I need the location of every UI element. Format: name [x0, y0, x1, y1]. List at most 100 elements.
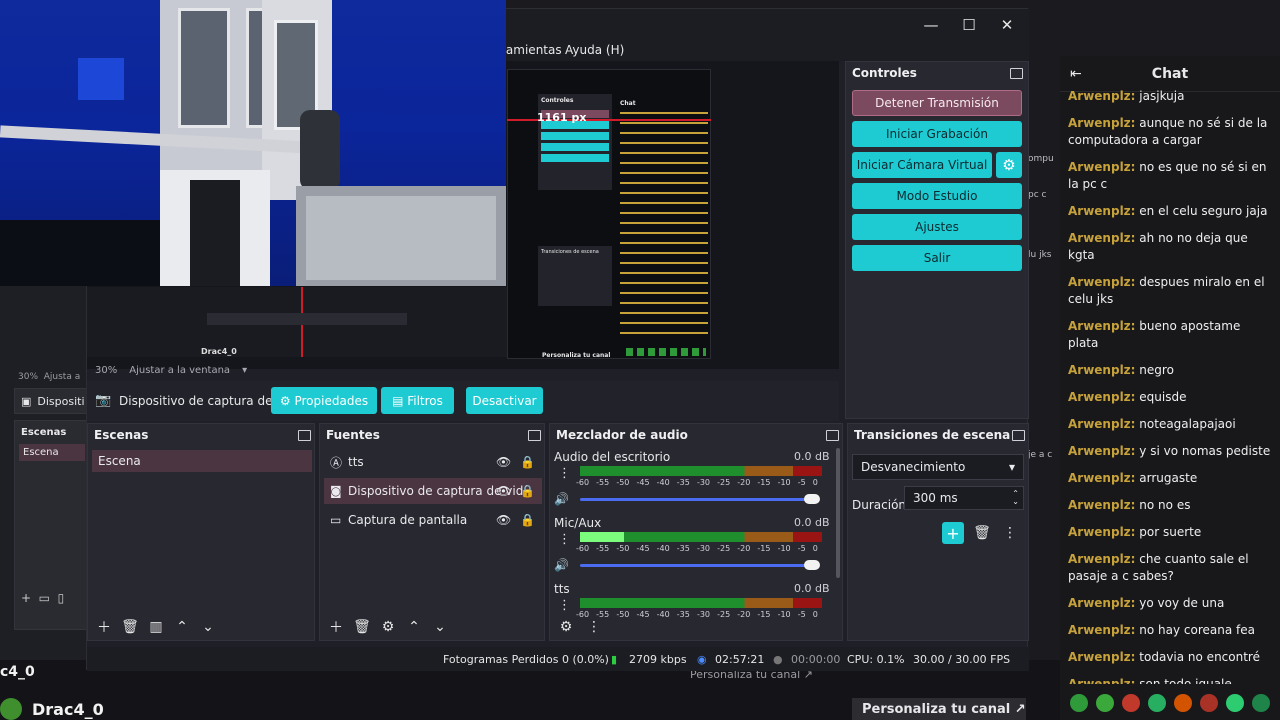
meter-scale: -60 -55 -50 -45 -40 -35 -30 -25 -20 -15 -10 -5 0 [576, 610, 818, 618]
emote-icon[interactable] [1226, 694, 1244, 712]
more-options-icon[interactable]: ⋮ [558, 466, 571, 481]
chat-username[interactable]: Arwenplz: [1068, 116, 1135, 130]
more-options-icon[interactable]: ⋮ [558, 598, 571, 613]
source-item[interactable]: ◙ Dispositivo de captura de vid 👁 🔒 [324, 478, 542, 504]
menu-help[interactable]: Ayuda (H) [565, 43, 624, 57]
filters-button[interactable]: ▤ Filtros [381, 387, 454, 414]
exit-button[interactable]: Salir [852, 245, 1022, 271]
eye-icon[interactable]: 👁 [496, 484, 511, 498]
scale-tick: -50 [616, 544, 630, 553]
start-recording-button[interactable]: Iniciar Grabación [852, 121, 1022, 147]
chat-message: Arwenplz: yo voy de una [1060, 595, 1280, 612]
chat-username[interactable]: Arwenplz: [1068, 417, 1135, 431]
undock-icon[interactable] [1012, 430, 1025, 441]
gear-icon[interactable]: ⚙ [376, 616, 400, 638]
chat-username[interactable]: Arwenplz: [1068, 363, 1135, 377]
start-virtual-cam-button[interactable]: Iniciar Cámara Virtual [852, 152, 992, 178]
undock-icon[interactable] [298, 430, 311, 441]
chat-username[interactable]: Arwenplz: [1068, 204, 1135, 218]
chat-username[interactable]: Arwenplz: [1068, 596, 1135, 610]
chat-username[interactable]: Arwenplz: [1068, 552, 1135, 566]
maximize-icon[interactable]: ☐ [949, 9, 989, 41]
emote-icon[interactable] [1070, 694, 1088, 712]
speaker-icon[interactable]: 🔊 [554, 558, 569, 572]
transition-select[interactable]: Desvanecimiento ▾ [852, 454, 1024, 480]
volume-knob[interactable] [804, 494, 820, 504]
settings-button[interactable]: Ajustes [852, 214, 1022, 240]
emote-icon[interactable] [1252, 694, 1270, 712]
eye-icon[interactable]: 👁 [496, 513, 511, 527]
source-item[interactable]: ▭ Captura de pantalla 👁 🔒 [324, 508, 542, 532]
more-options-icon[interactable]: ⋮ [998, 522, 1022, 544]
trash-icon[interactable]: 🗑 [970, 522, 994, 544]
lock-icon[interactable]: 🔒 [520, 484, 535, 498]
filter-icon[interactable]: ▥ [144, 616, 168, 638]
eye-icon[interactable]: 👁 [496, 455, 511, 469]
scale-tick: -30 [696, 610, 711, 618]
chat-username[interactable]: Arwenplz: [1068, 444, 1135, 458]
filter-icon: ▤ [392, 393, 408, 408]
chat-username[interactable]: Arwenplz: [1068, 89, 1135, 103]
scale-tick: -20 [737, 478, 751, 487]
close-icon[interactable]: ✕ [987, 9, 1027, 41]
chat-username[interactable]: Arwenplz: [1068, 623, 1135, 637]
scene-item[interactable]: Escena [92, 450, 312, 472]
lock-icon[interactable]: 🔒 [520, 455, 535, 469]
chevron-down-icon[interactable]: ⌄ [428, 616, 452, 638]
more-options-icon[interactable]: ⋮ [558, 532, 571, 547]
studio-mode-button[interactable]: Modo Estudio [852, 183, 1022, 209]
chat-username[interactable]: Arwenplz: [1068, 390, 1135, 404]
emote-icon[interactable] [1200, 694, 1218, 712]
webcam-feed [0, 0, 506, 286]
chat-username[interactable]: Arwenplz: [1068, 471, 1135, 485]
chevron-up-icon[interactable]: ⌃ [170, 616, 194, 638]
chat-username[interactable]: Arwenplz: [1068, 525, 1135, 539]
undock-icon[interactable] [826, 430, 839, 441]
chevron-down-icon[interactable]: ▾ [242, 365, 247, 376]
gear-icon[interactable]: ⚙ [996, 152, 1022, 178]
chevron-up-icon[interactable]: ⌃ [402, 616, 426, 638]
advanced-audio-icon[interactable]: ⚙ [554, 616, 578, 638]
add-icon[interactable]: ＋ [92, 616, 116, 638]
chat-message: Arwenplz: negro [1060, 362, 1280, 379]
emote-icon[interactable] [1148, 694, 1166, 712]
add-icon[interactable]: ＋ [324, 616, 348, 638]
measure-label: 1161 px [537, 111, 587, 124]
chat-title: Chat [1151, 66, 1189, 82]
scale-tick: -60 [576, 478, 590, 487]
emote-icon[interactable] [1122, 694, 1140, 712]
stepper-icon[interactable]: ⌃ ⌄ [1012, 490, 1023, 506]
more-options-icon[interactable]: ⋮ [582, 616, 606, 638]
stop-stream-button[interactable]: Detener Transmisión [852, 90, 1022, 116]
undock-icon[interactable] [528, 430, 541, 441]
lock-icon[interactable]: 🔒 [520, 513, 535, 527]
minimize-icon[interactable]: — [911, 9, 951, 41]
speaker-icon[interactable]: 🔊 [554, 492, 569, 506]
bg-customize-button[interactable]: Personaliza tu canal ↗ [852, 698, 1026, 720]
chat-username[interactable]: Arwenplz: [1068, 231, 1135, 245]
chat-username[interactable]: Arwenplz: [1068, 650, 1135, 664]
mixer-scrollbar[interactable] [836, 448, 840, 578]
chat-username[interactable]: Arwenplz: [1068, 319, 1135, 333]
chevron-down-icon[interactable]: ⌄ [196, 616, 220, 638]
emote-icon[interactable] [1096, 694, 1114, 712]
duration-input[interactable]: 300 ms ⌃ ⌄ [904, 486, 1024, 510]
trash-icon[interactable]: 🗑 [350, 616, 374, 638]
volume-slider[interactable] [580, 564, 816, 567]
source-item[interactable]: Ⓐtts 👁 🔒 [324, 450, 542, 474]
chat-username[interactable]: Arwenplz: [1068, 677, 1135, 684]
menu-tools[interactable]: ramientas [501, 43, 562, 57]
volume-knob[interactable] [804, 560, 820, 570]
chat-username[interactable]: Arwenplz: [1068, 498, 1135, 512]
chat-username[interactable]: Arwenplz: [1068, 275, 1135, 289]
emote-icon[interactable] [1174, 694, 1192, 712]
undock-icon[interactable] [1010, 68, 1023, 79]
properties-button[interactable]: ⚙ Propiedades [271, 387, 377, 414]
volume-slider[interactable] [580, 498, 816, 501]
fit-window[interactable]: Ajustar a la ventana [129, 365, 230, 376]
deactivate-button[interactable]: Desactivar [466, 387, 543, 414]
cam-microphone [300, 110, 340, 190]
add-icon[interactable]: + [942, 522, 964, 544]
trash-icon[interactable]: 🗑 [118, 616, 142, 638]
chat-username[interactable]: Arwenplz: [1068, 160, 1135, 174]
